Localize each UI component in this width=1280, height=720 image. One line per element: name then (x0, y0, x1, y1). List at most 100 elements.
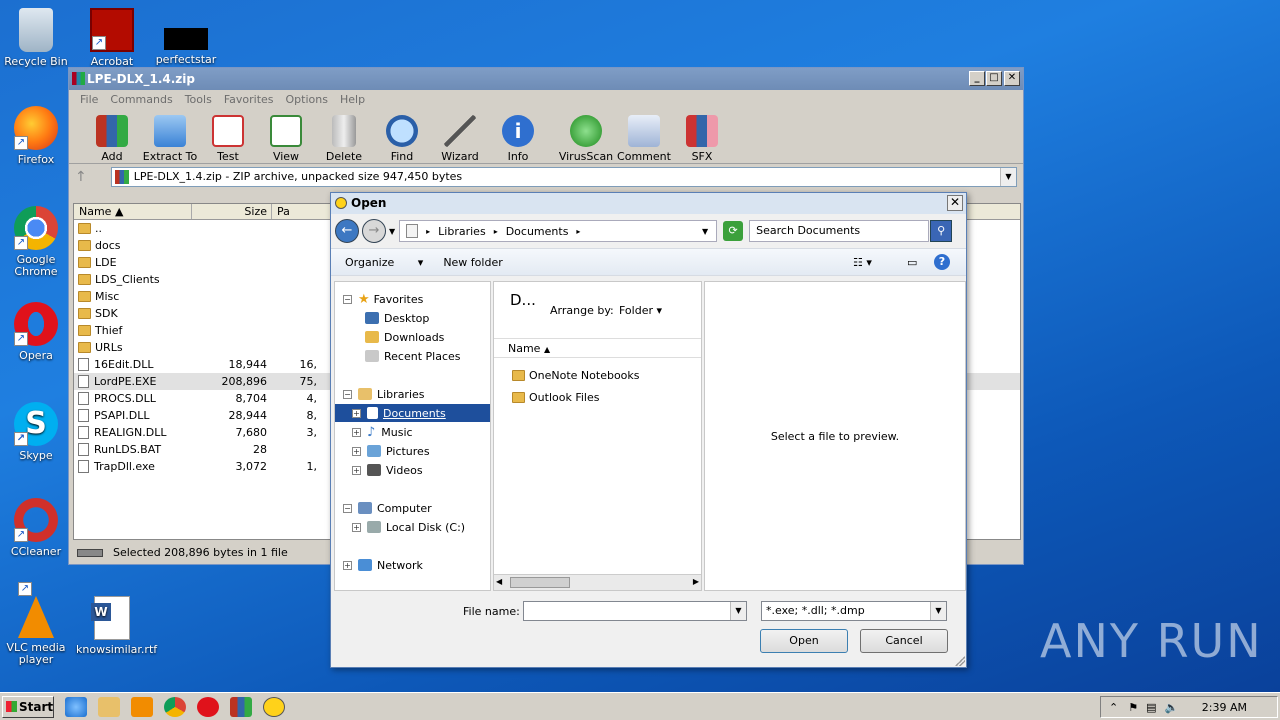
toolbar-comment-button[interactable]: Comment (615, 110, 673, 163)
winrar-title-bar[interactable]: LPE-DLX_1.4.zip _ □ ✕ (69, 68, 1023, 90)
desktop-icon-opera[interactable]: ↗ Opera (0, 302, 72, 362)
ie-icon[interactable] (65, 696, 87, 717)
nav-local-disk[interactable]: + Local Disk (C:) (352, 518, 465, 536)
nav-desktop[interactable]: Desktop (365, 309, 429, 327)
nav-downloads[interactable]: Downloads (365, 328, 444, 346)
opera-taskbar-icon[interactable] (197, 696, 219, 717)
refresh-icon[interactable]: ⟳ (723, 221, 744, 241)
maximize-button[interactable]: □ (986, 71, 1002, 86)
nav-favorites[interactable]: − ★ Favorites (343, 290, 423, 308)
column-size[interactable]: Size (192, 204, 272, 219)
breadcrumb-dropdown-icon[interactable]: ▼ (702, 227, 708, 236)
flag-icon[interactable]: ⚑ (1128, 701, 1138, 714)
menu-help[interactable]: Help (334, 90, 371, 110)
tray-expand-icon[interactable]: ⌃ (1109, 701, 1118, 714)
close-button[interactable]: ✕ (1004, 71, 1020, 86)
forward-button[interactable]: → (362, 219, 386, 243)
column-name[interactable]: Name ▲ (74, 204, 192, 219)
file-name-input[interactable]: ▼ (523, 601, 747, 621)
breadcrumb-documents[interactable]: Documents (506, 225, 569, 238)
horizontal-scrollbar[interactable]: ◀ ▶ (494, 574, 701, 590)
toolbar-add-button[interactable]: Add (83, 110, 141, 163)
cancel-button[interactable]: Cancel (860, 629, 948, 653)
desktop-icon-skype[interactable]: S ↗ Skype (0, 402, 72, 462)
nav-documents[interactable]: + Documents (335, 404, 490, 422)
downloads-folder-icon (365, 331, 379, 343)
up-arrow-icon[interactable]: ↑ (75, 169, 87, 185)
toolbar-view-button[interactable]: View (257, 110, 315, 163)
info-icon: i (502, 115, 534, 147)
new-folder-button[interactable]: New folder (443, 256, 502, 269)
winrar-taskbar-icon[interactable] (230, 696, 252, 717)
menu-file[interactable]: File (74, 90, 104, 110)
nav-recent-places[interactable]: Recent Places (365, 347, 461, 365)
menu-commands[interactable]: Commands (104, 90, 178, 110)
back-button[interactable]: ← (335, 219, 359, 243)
desktop-icon-recycle-bin[interactable]: Recycle Bin (0, 8, 72, 68)
desktop-icon-perfectstar[interactable]: perfectstar (150, 8, 222, 66)
explorer-icon[interactable] (98, 696, 120, 717)
breadcrumb[interactable]: ▸ Libraries ▸ Documents ▸ ▼ (399, 220, 718, 242)
minimize-button[interactable]: _ (969, 71, 985, 86)
clock[interactable]: 2:39 AM (1202, 701, 1247, 714)
name-column-header[interactable]: Name ▲ (494, 338, 701, 358)
desktop-icon-firefox[interactable]: ↗ Firefox (0, 106, 72, 166)
nav-music[interactable]: + ♪ Music (352, 423, 413, 441)
file-packed-cell: 8, (306, 409, 318, 422)
list-item[interactable]: Outlook Files (512, 391, 599, 404)
resize-grip-icon[interactable] (955, 656, 965, 666)
file-icon (78, 409, 89, 422)
radiation-app-taskbar-icon[interactable] (263, 696, 285, 717)
chevron-down-icon: ▼ (730, 602, 746, 620)
scroll-thumb (510, 577, 570, 588)
view-options-icon[interactable]: ☷ ▾ (853, 256, 872, 269)
file-type-select[interactable]: *.exe; *.dll; *.dmp ▼ (761, 601, 947, 621)
nav-pictures[interactable]: + Pictures (352, 442, 430, 460)
start-button[interactable]: Start (2, 695, 54, 718)
help-icon[interactable]: ? (934, 254, 950, 270)
file-packed-cell: 1, (306, 460, 318, 473)
nav-libraries[interactable]: − Libraries (343, 385, 425, 403)
menu-tools[interactable]: Tools (179, 90, 218, 110)
open-dialog-title-bar[interactable]: Open ✕ (331, 193, 966, 214)
desktop-icon-vlc[interactable]: ↗ VLC media player (0, 582, 72, 666)
archive-path-field[interactable]: LPE-DLX_1.4.zip - ZIP archive, unpacked … (110, 167, 1017, 187)
nav-videos[interactable]: + Videos (352, 461, 423, 479)
nav-computer[interactable]: − Computer (343, 499, 432, 517)
nav-network[interactable]: + Network (343, 556, 423, 574)
breadcrumb-libraries[interactable]: Libraries (438, 225, 486, 238)
search-icon[interactable]: ⚲ (930, 220, 953, 242)
chrome-taskbar-icon[interactable] (164, 696, 186, 717)
toolbar-delete-button[interactable]: Delete (315, 110, 373, 163)
toolbar-find-button[interactable]: Find (373, 110, 431, 163)
dialog-close-button[interactable]: ✕ (947, 195, 963, 211)
desktop-icon-knowsimilar[interactable]: W knowsimilar.rtf (76, 596, 157, 656)
volume-icon[interactable]: 🔈 (1165, 701, 1179, 714)
column-packed[interactable]: Pa (272, 204, 332, 219)
desktop-icon-acrobat[interactable]: ↗ Acrobat (76, 8, 148, 68)
toolbar-wizard-button[interactable]: Wizard (431, 110, 489, 163)
desktop-icon-ccleaner[interactable]: ↗ CCleaner (0, 498, 72, 558)
toolbar-sfx-button[interactable]: SFX (673, 110, 731, 163)
arrange-by-dropdown[interactable]: Folder ▾ (619, 304, 662, 317)
history-chevron-icon[interactable]: ▼ (389, 227, 395, 236)
chevron-down-icon[interactable]: ▼ (1000, 168, 1016, 186)
media-player-icon[interactable] (131, 696, 153, 717)
toolbar-info-button[interactable]: i Info (489, 110, 547, 163)
search-input[interactable]: Search Documents ⚲ (749, 220, 953, 242)
file-icon (78, 375, 89, 388)
open-button[interactable]: Open (760, 629, 848, 653)
network-tray-icon[interactable]: ▤ (1146, 701, 1156, 714)
toolbar-extract-button[interactable]: Extract To (141, 110, 199, 163)
list-item[interactable]: OneNote Notebooks (512, 369, 640, 382)
preview-pane-icon[interactable]: ▭ (907, 256, 917, 269)
toolbar-test-button[interactable]: Test (199, 110, 257, 163)
menu-options[interactable]: Options (280, 90, 334, 110)
folder-icon (78, 342, 91, 353)
shortcut-arrow-icon: ↗ (14, 432, 28, 446)
find-magnifier-icon (386, 115, 418, 147)
desktop-icon-chrome[interactable]: ↗ Google Chrome (0, 206, 72, 278)
toolbar-virusscan-button[interactable]: VirusScan (557, 110, 615, 163)
menu-favorites[interactable]: Favorites (218, 90, 280, 110)
organize-button[interactable]: Organize ▾ (345, 256, 423, 269)
